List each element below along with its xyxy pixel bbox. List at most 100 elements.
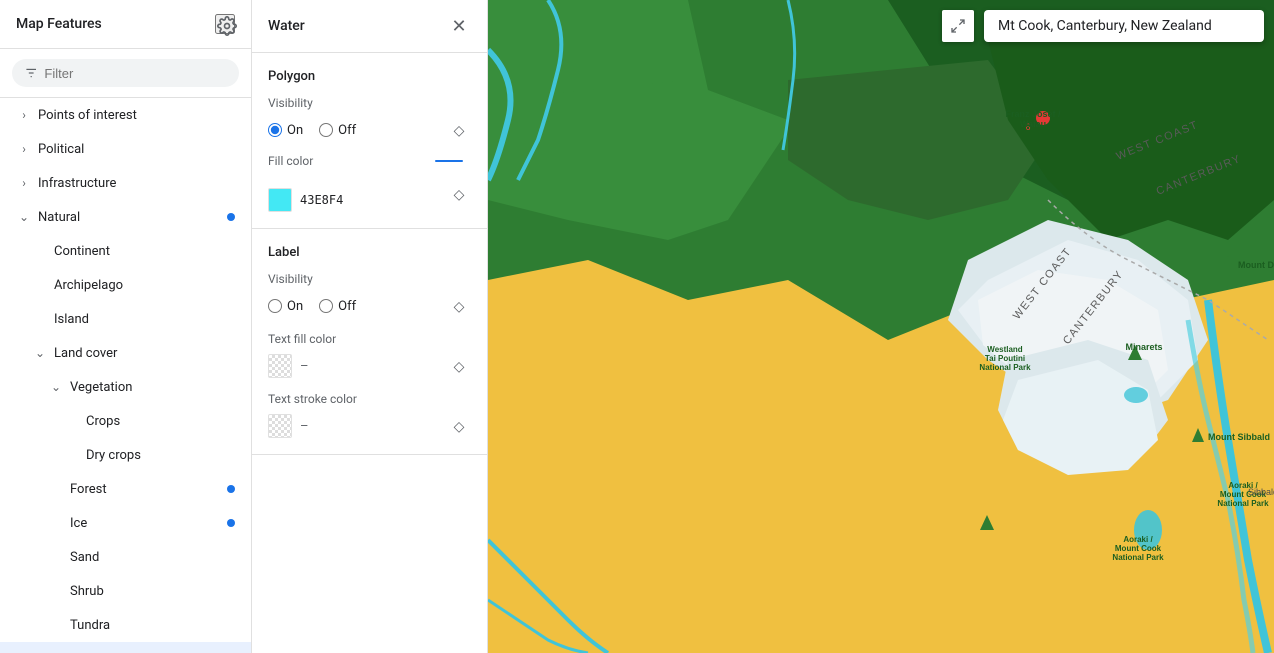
sidebar: Map Features › Points of interest ›Politic… [0,0,252,653]
sidebar-item-label: Political [38,142,84,157]
label-visibility-row: On Off [268,299,356,314]
text-stroke-dash: – [300,419,309,434]
sidebar-item-tundra[interactable]: Tundra [0,608,251,642]
visibility-label: Visibility [268,96,471,110]
sidebar-item-label: Dry crops [86,448,141,463]
map-search-text: Mt Cook, Canterbury, New Zealand [998,18,1212,34]
sidebar-item-label: Forest [70,482,107,497]
sidebar-item-label: Natural [38,210,80,225]
label-off-radio-label[interactable]: Off [319,299,356,314]
sidebar-title: Map Features [16,16,102,32]
sidebar-item-label: Island [54,312,89,327]
map-search-bar: Mt Cook, Canterbury, New Zealand [984,10,1264,42]
sidebar-item-natural[interactable]: ⌄ Natural [0,200,251,234]
on-radio-label[interactable]: On [268,123,303,138]
polygon-section-title: Polygon [268,69,471,84]
filter-icon [24,65,38,81]
label-off-radio[interactable] [319,299,333,313]
national-park-label-2: National Park [1217,499,1269,508]
sidebar-item-label: Continent [54,244,110,259]
national-park-label: National Park [979,363,1031,372]
label-visibility-label: Visibility [268,272,471,286]
sidebar-item-points-of-interest[interactable]: › Points of interest [0,98,251,132]
sidebar-item-label: Vegetation [70,380,132,395]
visibility-diamond-button[interactable]: ◇ [447,118,471,142]
sidebar-item-label: Crops [86,414,120,429]
sidebar-item-sand[interactable]: Sand [0,540,251,574]
text-fill-color-row: – [268,354,447,378]
sidebar-item-label: Shrub [70,584,104,599]
map-area[interactable]: 6 WEST COAST CANTERBURY WEST COAST CANTE… [488,0,1274,653]
label-section: Label Visibility On Off ◇ Text fill colo… [252,229,487,455]
fill-color-input-row: 43E8F4 [268,188,447,212]
sidebar-item-land-cover[interactable]: ⌄ Land cover [0,336,251,370]
chevron-down-icon: ⌄ [48,379,64,395]
panel-title: Water [268,18,305,34]
gear-button[interactable] [215,14,235,34]
feature-modified-dot [227,213,235,221]
chevron-down-icon: ⌄ [32,345,48,361]
text-fill-swatch[interactable] [268,354,292,378]
text-stroke-diamond-button[interactable]: ◇ [447,414,471,438]
text-fill-color-section: Text fill color – ◇ [268,332,471,378]
filter-input[interactable] [44,66,227,81]
tai-poutini-label: Tai Poutini [985,354,1025,363]
polygon-section: Polygon Visibility On Off ◇ Fill color [252,53,487,229]
sibbald-label: Sibbald [1248,487,1274,497]
sidebar-item-label: Points of interest [38,108,137,123]
sidebar-item-infrastructure[interactable]: ›Infrastructure [0,166,251,200]
map-svg: 6 WEST COAST CANTERBURY WEST COAST CANTE… [488,0,1274,653]
dash-line [435,160,463,162]
text-fill-diamond-button[interactable]: ◇ [447,354,471,378]
franz-josef-label-2: Waiau [1020,119,1046,129]
on-radio[interactable] [268,123,282,137]
feature-modified-dot [227,485,235,493]
minarets-label: Minarets [1125,342,1162,352]
sidebar-item-forest[interactable]: Forest [0,472,251,506]
sidebar-item-ice[interactable]: Ice [0,506,251,540]
label-visibility-diamond-button[interactable]: ◇ [447,294,471,318]
off-radio[interactable] [319,123,333,137]
filter-input-wrap [12,59,239,87]
sidebar-item-shrub[interactable]: Shrub [0,574,251,608]
sidebar-item-vegetation[interactable]: ⌄ Vegetation [0,370,251,404]
text-stroke-swatch[interactable] [268,414,292,438]
sidebar-item-island[interactable]: Island [0,302,251,336]
sidebar-item-crops[interactable]: Crops [0,404,251,438]
label-on-radio-label[interactable]: On [268,299,303,314]
sidebar-item-label: Sand [70,550,99,565]
mount-cook-label-2: Mount Cook [1115,544,1162,553]
sidebar-item-label: Land cover [54,346,117,361]
sidebar-item-label: Archipelago [54,278,123,293]
chevron-right-icon: › [16,107,32,123]
chevron-down-icon: ⌄ [16,209,32,225]
expand-map-button[interactable] [942,10,974,42]
feature-panel: Water ✕ Polygon Visibility On Off ◇ Fill… [252,0,488,653]
feature-modified-dot [227,519,235,527]
sidebar-item-label: Ice [70,516,87,531]
close-button[interactable]: ✕ [447,14,471,38]
fill-color-label: Fill color [268,154,313,168]
sidebar-item-label: Infrastructure [38,176,116,191]
color-swatch[interactable] [268,188,292,212]
franz-josef-label: Franz Josef / [1005,109,1061,119]
visibility-row: On Off [268,123,356,138]
sidebar-item-dry-crops[interactable]: Dry crops [0,438,251,472]
fill-color-row: Fill color [268,154,471,168]
sidebar-item-label: Tundra [70,618,110,633]
mount-darchiac-label: Mount D'Archiac [1238,260,1274,270]
label-on-radio[interactable] [268,299,282,313]
label-section-title: Label [268,245,471,260]
sidebar-item-continent[interactable]: Continent [0,234,251,268]
sidebar-item-archipelago[interactable]: Archipelago [0,268,251,302]
fill-color-diamond-button[interactable]: ◇ [447,182,471,206]
off-radio-label[interactable]: Off [319,123,356,138]
sidebar-item-water[interactable]: ›Water [0,642,251,653]
aoraki-label-2: Aoraki / [1123,535,1153,544]
sidebar-item-political[interactable]: ›Political [0,132,251,166]
text-fill-color-label: Text fill color [268,332,471,346]
sidebar-header: Map Features [0,0,251,49]
national-park-label-3: National Park [1112,553,1164,562]
westland-label: Westland [987,345,1023,354]
sidebar-list: › Points of interest ›Political›Infrastruc… [0,98,251,653]
